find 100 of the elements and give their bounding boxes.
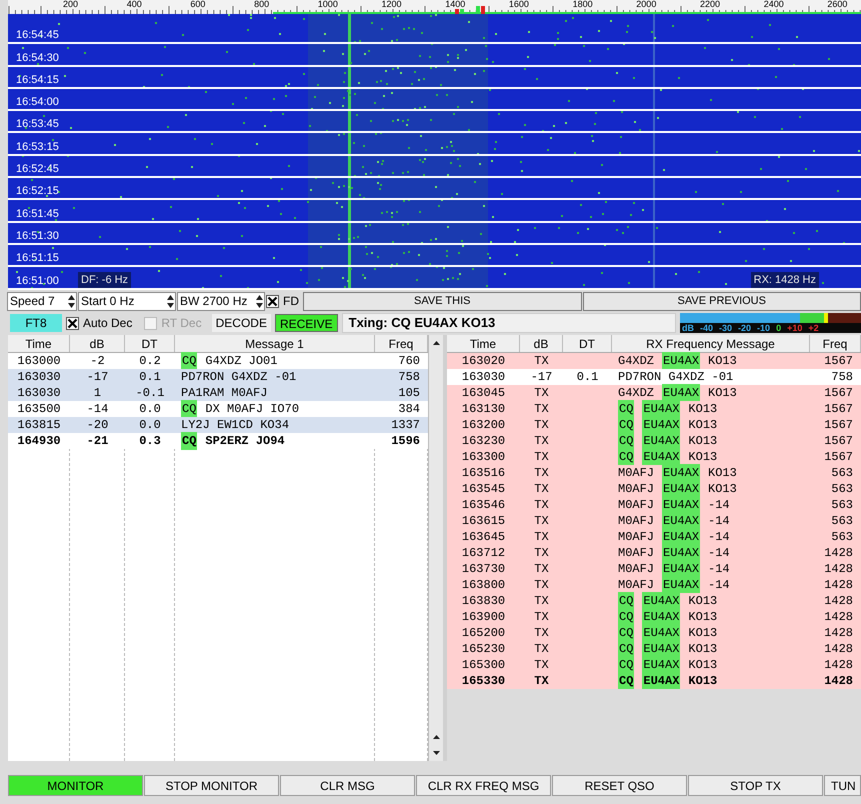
save-this-button[interactable]: SAVE THIS [303,292,582,310]
table-cell-text: TX [533,577,550,594]
meter-label: -30 [719,323,732,333]
message-text: KO13 [688,673,718,689]
column-header[interactable]: dB [70,335,125,352]
time-label: 16:54:45 [16,29,59,42]
table-cell-text: 163030 [16,369,62,386]
table-cell-text: 163130 [460,401,506,418]
column-header[interactable]: Time [8,335,70,352]
meter-label: +10 [787,323,802,333]
table-cell-text: 163030 [16,385,62,402]
spin-arrows-icon [166,294,175,308]
table-row[interactable]: 163900 TX CQ EU4AX KO13 1428 [447,609,861,625]
toolbar-button[interactable]: RESET QSO [552,775,687,796]
table-cell-text: TX [533,641,550,658]
time-label: 16:52:15 [16,185,59,198]
table-row[interactable]: 163815 -20 0.0 LY2J EW1CD KO34 1337 [8,417,428,433]
checkbox-label: Auto Dec [83,315,132,332]
table-cell-text: 0.1 [576,369,598,386]
table-row[interactable]: 163130 TX CQ EU4AX KO13 1567 [447,401,861,417]
meter-label: +2 [808,323,819,333]
spin-arrows-icon [255,294,264,308]
table-cell-text: TX [533,657,550,674]
decode-button[interactable]: DECODE [212,314,271,332]
table-row[interactable]: 163545 TX M0AFJ EU4AX KO13 563 [447,481,861,497]
table-row[interactable]: 163030 1 -0.1 PA1RAM M0AFJ 105 [8,385,428,401]
checkbox[interactable] [66,316,79,330]
table-cell-text: 1567 [823,449,854,466]
table-cell-text: 0.1 [139,369,161,386]
table-cell-text: -17 [530,369,554,386]
table-row[interactable]: 165300 TX CQ EU4AX KO13 1428 [447,657,861,673]
checkbox[interactable] [266,294,279,308]
table-row[interactable]: 163045 TX G4XDZ EU4AX KO13 1567 [447,385,861,401]
toolbar-button[interactable]: CLR MSG [280,775,415,796]
table-cell-text: TX [533,481,550,498]
table-cell-text: TX [533,561,550,578]
column-header[interactable]: dB [520,335,563,352]
table-row[interactable]: 163645 TX M0AFJ EU4AX -14 563 [447,529,861,545]
table-cell-text: 1428 [823,561,854,578]
table-cell-text: 1428 [823,673,854,689]
table-cell-text: TX [533,593,550,610]
table-row[interactable]: 165330 TX CQ EU4AX KO13 1428 [447,673,861,689]
message-text: KO13 [688,433,718,450]
scale-label: 1400 [444,0,466,9]
time-label: 16:51:15 [16,252,59,266]
table-cell-text: TX [533,401,550,418]
table-cell-text: 163300 [460,449,506,466]
table-row[interactable]: 163730 TX M0AFJ EU4AX -14 1428 [447,561,861,577]
message-text: -14 [708,561,730,578]
spin-box[interactable]: Start 0 Hz [78,292,176,310]
save-previous-button[interactable]: SAVE PREVIOUS [582,292,861,310]
table-row[interactable]: 163300 TX CQ EU4AX KO13 1567 [447,449,861,465]
toolbar-button[interactable]: CLR RX FREQ MSG [416,775,551,796]
toolbar-button[interactable]: STOP MONITOR [144,775,279,796]
table-row[interactable]: 163200 TX CQ EU4AX KO13 1567 [447,417,861,433]
table-cell-text: TX [533,385,550,402]
table-cell-text: 0.3 [139,433,161,450]
spin-box[interactable]: Speed 7 [7,292,77,310]
table-cell-text: 563 [830,529,854,546]
table-cell-text: TX [533,673,550,689]
table-cell-text: 1567 [823,353,854,370]
spin-box[interactable]: BW 2700 Hz [177,292,265,310]
toolbar-button[interactable]: STOP TX [688,775,823,796]
table-row[interactable]: 163516 TX M0AFJ EU4AX KO13 563 [447,465,861,481]
column-header[interactable]: DT [563,335,612,352]
message-text: -14 [708,529,730,546]
table-cell-text: 1567 [823,433,854,450]
table-row[interactable]: 163712 TX M0AFJ EU4AX -14 1428 [447,545,861,561]
table-row[interactable]: 163800 TX M0AFJ EU4AX -14 1428 [447,577,861,593]
toolbar-button[interactable]: TUN [824,775,861,796]
table-cell-text: 563 [830,481,854,498]
column-header[interactable]: Time [447,335,520,352]
table-cell-text: 163730 [460,561,506,578]
scale-label: 2200 [699,0,722,9]
table-cell-text: 163020 [460,353,506,370]
table-row[interactable]: 165230 TX CQ EU4AX KO13 1428 [447,641,861,657]
toolbar-button[interactable]: MONITOR [8,775,143,796]
table-cell-text: TX [533,497,550,514]
column-header[interactable]: Freq [810,335,861,352]
scrollbar[interactable] [428,335,443,761]
message-text: -14 [708,545,730,562]
table-cell-text: 1567 [823,385,854,402]
table-row[interactable]: 163030 -17 0.1 PD7RON G4XDZ -01 758 [8,369,428,385]
table-row[interactable]: 163830 TX CQ EU4AX KO13 1428 [447,593,861,609]
table-cell-text: 163516 [460,465,506,482]
message-text: KO13 [688,401,718,418]
table-row[interactable]: 163546 TX M0AFJ EU4AX -14 563 [447,497,861,513]
column-header[interactable]: DT [125,335,175,352]
scale-label: 2000 [635,0,658,9]
highlighted-word: CQ [618,448,634,466]
scale-label: 200 [62,0,80,9]
table-row[interactable]: 163230 TX CQ EU4AX KO13 1567 [447,433,861,449]
table-row[interactable]: 163615 TX M0AFJ EU4AX -14 563 [447,513,861,529]
receive-button[interactable]: RECEIVE [274,314,338,332]
table-row[interactable]: 163020 TX G4XDZ EU4AX KO13 1567 [447,353,861,369]
table-row[interactable]: 165200 TX CQ EU4AX KO13 1428 [447,625,861,641]
table-cell-text: TX [533,513,550,530]
table-cell-text: 164930 [16,433,62,450]
table-cell-text: 163230 [460,433,506,450]
message-text: SP2ERZ JO94 [205,433,285,450]
